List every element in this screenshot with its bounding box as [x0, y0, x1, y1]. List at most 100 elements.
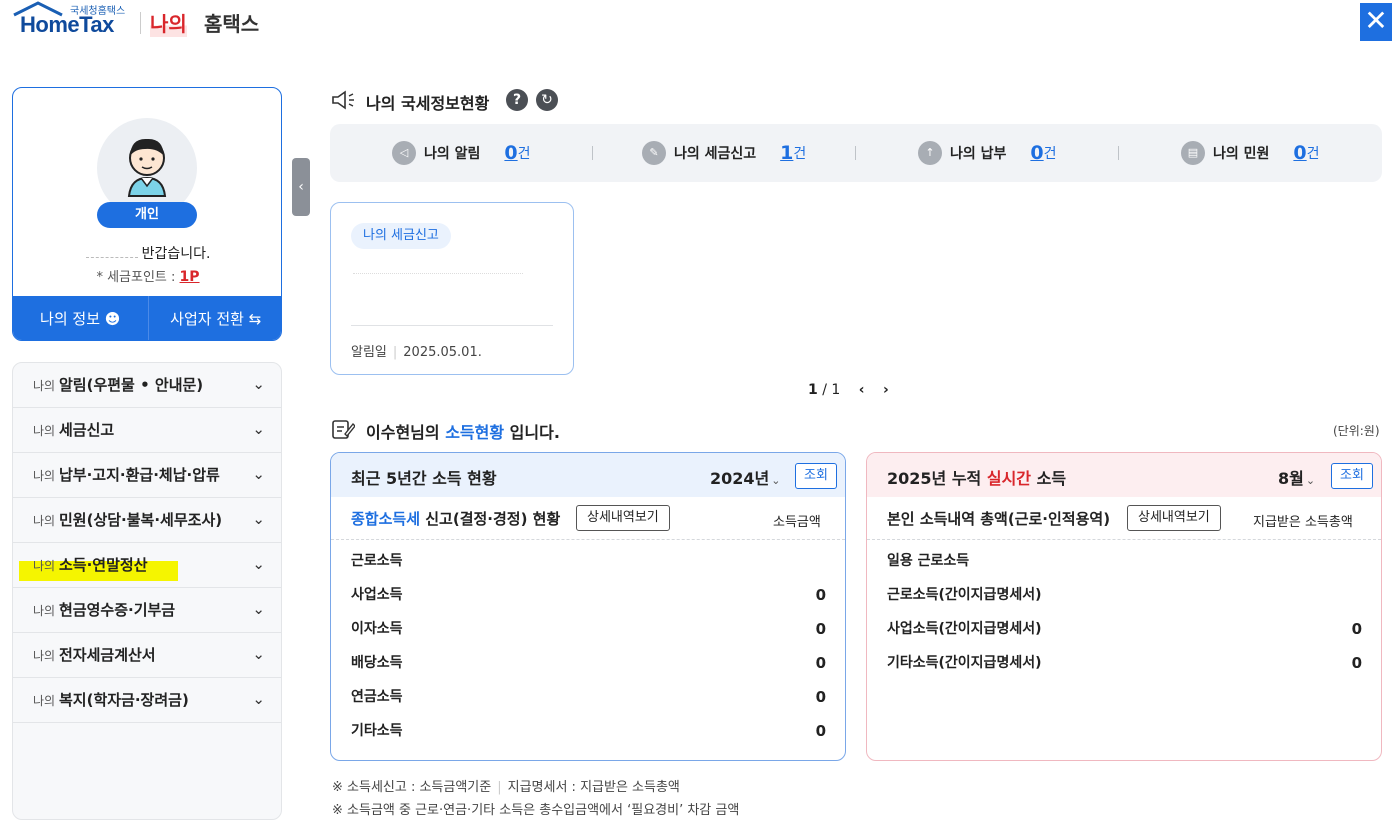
income-row-label: 기타소득(간이지급명세서): [887, 655, 1042, 671]
income-realtime-box: 2025년 누적 실시간 소득 8월 ⌄ 조회 본인 소득내역 총액(근로·인적용…: [866, 452, 1382, 761]
logo-text: HomeTax: [20, 12, 114, 37]
person-icon: ☻: [104, 310, 121, 328]
footnote-line1: ※ 소득세신고 : 소득금액기준 | 지급명세서 : 지급받은 소득총액: [332, 780, 680, 795]
payment-icon: ↑: [918, 141, 942, 165]
income-row-value: 0: [1351, 620, 1362, 638]
summary-tax-filing[interactable]: ✎ 나의 세금신고 1건: [642, 124, 806, 182]
close-button[interactable]: ✕: [1360, 3, 1392, 41]
menu-item-payment[interactable]: 나의 납부·고지·환급·체납·압류 ⌄: [13, 453, 281, 498]
menu-item-tax-filing[interactable]: 나의 세금신고 ⌄: [13, 408, 281, 453]
summary-divider: [592, 146, 593, 160]
chevron-down-icon: ⌄: [252, 645, 265, 663]
summary-notifications[interactable]: ◁ 나의 알림 0건: [392, 124, 531, 182]
summary-count[interactable]: 1: [780, 142, 793, 164]
menu-label: 소득·연말정산: [59, 556, 148, 574]
summary-count[interactable]: 0: [504, 142, 517, 164]
unit-note: (단위:원): [1333, 424, 1380, 438]
document-edit-icon: ✎: [642, 141, 666, 165]
summary-count[interactable]: 0: [1293, 142, 1306, 164]
income-row-label: 이자소득: [351, 621, 403, 637]
menu-label: 세금신고: [59, 421, 115, 439]
sidebar-collapse-button[interactable]: ‹: [292, 158, 310, 216]
year-value: 2024년: [710, 469, 770, 488]
hometax-logo[interactable]: 국세청홈택스 HomeTax: [12, 0, 132, 40]
summary-label: 나의 납부: [950, 146, 1007, 162]
menu-prefix: 나의: [33, 694, 56, 708]
business-switch-button[interactable]: 사업자 전환 ⇆: [147, 296, 282, 340]
summary-civil-affairs[interactable]: ▤ 나의 민원 0건: [1181, 124, 1320, 182]
user-type-badge: 개인: [97, 202, 197, 228]
menu-label: 민원(상담·불복·세무조사): [59, 511, 223, 529]
income-row-value: 0: [815, 620, 826, 638]
menu-prefix: 나의: [33, 469, 56, 483]
menu-prefix: 나의: [33, 379, 56, 393]
pagination: 1 / 1 ‹ ›: [808, 382, 889, 398]
menu-item-cash-receipt[interactable]: 나의 현금영수증·기부금 ⌄: [13, 588, 281, 633]
lookup-button[interactable]: 조회: [795, 463, 837, 489]
box-subtitle: 본인 소득내역 총액(근로·인적용역): [887, 510, 1111, 528]
clipboard-icon: ▤: [1181, 141, 1205, 165]
menu-item-e-invoice[interactable]: 나의 전자세금계산서 ⌄: [13, 633, 281, 678]
section-title-suffix: 입니다.: [509, 423, 560, 442]
lookup-button[interactable]: 조회: [1331, 463, 1373, 489]
section-title-prefix: 이수현님의: [366, 423, 440, 442]
chevron-down-icon: ⌄: [252, 510, 265, 528]
page-title: 홈택스: [204, 12, 260, 36]
box-header: 최근 5년간 소득 현황 2024년 ⌄ 조회: [331, 453, 845, 497]
menu-item-civil-affairs[interactable]: 나의 민원(상담·불복·세무조사) ⌄: [13, 498, 281, 543]
income-row-value: 0: [815, 688, 826, 706]
profile-buttons: 나의 정보 ☻ 사업자 전환 ⇆: [13, 296, 282, 340]
menu-item-notifications[interactable]: 나의 알림(우편물 • 안내문) ⌄: [13, 363, 281, 408]
income-row-value: 0: [815, 722, 826, 740]
prev-page-button[interactable]: ‹: [859, 382, 865, 398]
income-row-label: 연금소득: [351, 689, 403, 705]
box-title-prefix: 2025년 누적: [887, 469, 982, 488]
summary-label: 나의 세금신고: [674, 146, 757, 162]
menu-prefix: 나의: [33, 424, 56, 438]
greeting-label: 반갑습니다.: [141, 246, 211, 262]
column-header: 소득금액: [773, 515, 821, 530]
page-current: 1: [808, 382, 818, 398]
income-row-label: 배당소득: [351, 655, 403, 671]
summary-count[interactable]: 0: [1030, 142, 1043, 164]
header-divider: [140, 12, 141, 34]
chevron-left-icon: ‹: [298, 179, 304, 195]
masked-name: [85, 248, 138, 258]
year-select[interactable]: 2024년 ⌄: [710, 465, 780, 489]
income-row-value: 0: [815, 654, 826, 672]
my-info-button[interactable]: 나의 정보 ☻: [13, 296, 148, 340]
help-icon[interactable]: ?: [506, 89, 528, 111]
notice-card[interactable]: 나의 세금신고 알림일 | 2025.05.01.: [330, 202, 574, 375]
detail-button[interactable]: 상세내역보기: [1127, 505, 1221, 531]
chevron-down-icon: ⌄: [252, 690, 265, 708]
divider: [331, 539, 845, 540]
refresh-icon[interactable]: ↻: [536, 89, 558, 111]
summary-payment[interactable]: ↑ 나의 납부 0건: [918, 124, 1057, 182]
income-row-label: 기타소득: [351, 723, 403, 739]
menu-prefix: 나의: [33, 559, 56, 573]
detail-button[interactable]: 상세내역보기: [576, 505, 670, 531]
menu-label: 현금영수증·기부금: [59, 601, 176, 619]
subtitle-text: 신고(결정·경정) 현황: [425, 510, 561, 528]
section-title-tax-info: 나의 국세정보현황: [366, 94, 490, 113]
menu-prefix: 나의: [33, 604, 56, 618]
chevron-down-icon: ⌄: [771, 474, 781, 487]
month-select[interactable]: 8월 ⌄: [1278, 465, 1315, 489]
column-header: 지급받은 소득총액: [1253, 515, 1353, 530]
income-row-label: 근로소득: [351, 553, 403, 569]
menu-prefix: 나의: [33, 514, 56, 528]
next-page-button[interactable]: ›: [883, 382, 889, 398]
menu-item-welfare[interactable]: 나의 복지(학자금·장려금) ⌄: [13, 678, 281, 723]
month-value: 8월: [1278, 469, 1304, 488]
menu-prefix: 나의: [33, 649, 56, 663]
box-header: 2025년 누적 실시간 소득 8월 ⌄ 조회: [867, 453, 1381, 497]
chevron-down-icon: ⌄: [252, 420, 265, 438]
notice-tag: 나의 세금신고: [351, 223, 451, 249]
chevron-down-icon: ⌄: [252, 465, 265, 483]
box-title: 2025년 누적 실시간 소득: [887, 465, 1066, 489]
tax-points-value[interactable]: 1P: [180, 269, 200, 285]
divider: [867, 539, 1381, 540]
menu-item-income[interactable]: 나의 소득·연말정산 ⌄: [13, 543, 281, 588]
box-title-suffix: 소득: [1036, 469, 1067, 488]
summary-unit: 건: [517, 146, 531, 162]
